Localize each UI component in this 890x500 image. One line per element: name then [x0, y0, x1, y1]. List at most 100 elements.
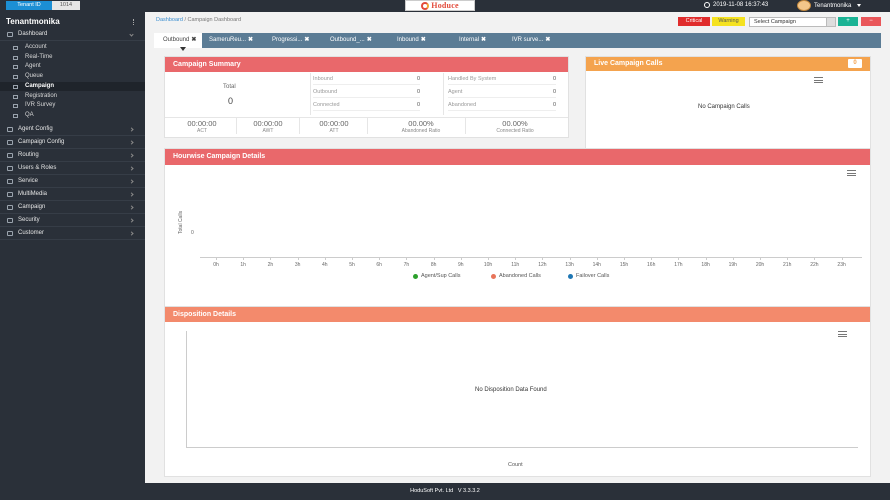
tab-inbound[interactable]: Inbound ✖	[397, 33, 442, 48]
close-icon[interactable]: ✖	[545, 37, 550, 43]
routing-icon	[7, 153, 13, 158]
sidebar-item-service[interactable]: Service	[0, 175, 145, 188]
campaign-icon	[7, 205, 13, 210]
x-tick-mark	[760, 257, 761, 260]
sidebar-item-agent-config[interactable]: Agent Config	[0, 123, 145, 136]
divider	[367, 118, 368, 134]
chevron-icon	[129, 218, 134, 223]
x-tick-mark	[732, 257, 734, 260]
y-axis-label: Total Calls	[178, 210, 184, 234]
sidebar-subitem-queue[interactable]: Queue	[0, 72, 145, 82]
tab-outbound-2[interactable]: Outbound_... ✖	[330, 33, 388, 48]
x-tick-label: 23h	[837, 262, 846, 268]
tab-progressive[interactable]: Progressi... ✖	[272, 33, 327, 48]
sidebar-subitem-registration[interactable]: Registration	[0, 92, 145, 102]
sidebar-item-routing[interactable]: Routing	[0, 149, 145, 162]
campaign-config-icon	[7, 140, 13, 145]
x-tick-mark	[787, 257, 789, 260]
x-tick-mark	[705, 257, 707, 260]
tab-pointer-icon	[180, 47, 186, 51]
sidebar-item-dashboard[interactable]: Dashboard	[0, 28, 145, 41]
user-name: Tenantmonika	[814, 2, 852, 9]
x-tick-mark	[270, 257, 272, 260]
close-icon[interactable]: ✖	[304, 37, 309, 43]
legend-dot-icon	[491, 273, 496, 279]
sidebar-subitem-agent[interactable]: Agent	[0, 62, 145, 72]
x-tick-label: 18h	[701, 262, 710, 268]
warning-button[interactable]: Warning	[712, 17, 745, 26]
divider	[299, 118, 300, 134]
dashboard-icon	[7, 32, 13, 37]
connected-stat: Connected 0	[313, 99, 420, 111]
datetime-display: 2019-11-08 16:37:43	[704, 2, 768, 8]
x-axis-label: Count	[508, 462, 523, 468]
user-menu[interactable]: Tenantmonika	[797, 0, 862, 11]
hourwise-title: Hourwise Campaign Details	[165, 149, 870, 165]
logo-mark-icon	[421, 1, 430, 10]
sidebar-item-campaign-config[interactable]: Campaign Config	[0, 136, 145, 149]
critical-button[interactable]: Critical	[678, 17, 710, 26]
x-tick-mark	[379, 257, 381, 260]
legend-failover[interactable]: Failover Calls	[568, 273, 609, 279]
x-tick-mark	[651, 257, 653, 260]
x-tick-label: 7h	[403, 262, 410, 268]
close-icon[interactable]: ✖	[421, 37, 426, 43]
tab-sameru[interactable]: SameruReu... ✖	[209, 33, 269, 48]
menu-icon[interactable]	[814, 77, 823, 83]
add-button[interactable]: +	[838, 17, 858, 26]
x-tick-mark	[406, 257, 408, 260]
tab-outbound[interactable]: Outbound ✖	[154, 33, 202, 48]
menu-icon[interactable]	[847, 170, 856, 176]
breadcrumb: Dashboard / Campaign Dashboard	[156, 17, 241, 23]
sidebar-subitem-account[interactable]: Account	[0, 43, 145, 53]
sidebar-item-security[interactable]: Security	[0, 214, 145, 227]
campaign-tabs: Outbound ✖ SameruReu... ✖ Progressi... ✖ Ou…	[154, 33, 881, 48]
service-icon	[7, 179, 13, 184]
x-tick-mark	[243, 257, 245, 260]
live-campaign-card: Live Campaign Calls 0 No Campaign Calls	[585, 56, 871, 153]
x-tick-label: 8h	[430, 262, 437, 268]
metric-att: 00:00:00 ATT	[319, 119, 349, 134]
select-campaign-dropdown[interactable]: Select Campaign	[749, 17, 836, 27]
sidebar-item-users-roles[interactable]: Users & Roles	[0, 162, 145, 175]
sidebar-subitem-qa[interactable]: QA	[0, 111, 145, 121]
remove-button[interactable]: −	[861, 17, 881, 26]
divider	[443, 73, 444, 115]
x-tick-label: 5h	[349, 262, 355, 268]
close-icon[interactable]: ✖	[191, 37, 196, 43]
close-icon[interactable]: ✖	[367, 37, 372, 43]
live-count-badge: 0	[848, 59, 862, 68]
x-axis-line	[200, 257, 862, 258]
disposition-card: Disposition Details No Disposition Data …	[164, 306, 871, 477]
legend-abandoned[interactable]: Abandoned Calls	[491, 273, 541, 279]
no-campaign-calls-message: No Campaign Calls	[698, 104, 750, 110]
shield-icon	[7, 218, 13, 223]
close-icon[interactable]: ✖	[481, 37, 486, 43]
disposition-title: Disposition Details	[165, 307, 870, 322]
x-tick-mark	[324, 257, 326, 260]
breadcrumb-dashboard-link[interactable]: Dashboard	[156, 17, 183, 23]
multimedia-icon	[7, 192, 13, 197]
x-tick-mark	[841, 257, 843, 260]
menu-icon[interactable]	[838, 331, 847, 337]
sidebar-subitem-campaign[interactable]: Campaign	[0, 81, 145, 92]
sidebar-subitem-real-time[interactable]: Real-Time	[0, 53, 145, 63]
chevron-icon	[129, 192, 134, 197]
sidebar-item-campaign[interactable]: Campaign	[0, 201, 145, 214]
x-tick-mark	[515, 257, 517, 260]
sidebar-item-customer[interactable]: Customer	[0, 227, 145, 240]
hoduce-logo[interactable]: Hoduce	[405, 0, 475, 11]
sidebar-toggle-icon[interactable]	[133, 19, 135, 25]
x-tick-label: 6h	[376, 262, 382, 268]
legend-agent-sup[interactable]: Agent/Sup Calls	[413, 273, 460, 279]
close-icon[interactable]: ✖	[248, 37, 253, 43]
x-tick-label: 19h	[728, 262, 737, 268]
tab-ivr-survey[interactable]: IVR surve... ✖	[512, 33, 572, 48]
tab-internal[interactable]: Internal ✖	[459, 33, 504, 48]
x-tick-label: 2h	[267, 262, 274, 268]
sidebar-item-multimedia[interactable]: MultiMedia	[0, 188, 145, 201]
sidebar-subitem-ivr-survey[interactable]: IVR Survey	[0, 101, 145, 111]
no-disposition-message: No Disposition Data Found	[475, 387, 547, 393]
campaign-summary-card: Campaign Summary Total 0 Inbound 0 Outbou…	[164, 56, 569, 138]
total-value: 0	[228, 96, 234, 106]
